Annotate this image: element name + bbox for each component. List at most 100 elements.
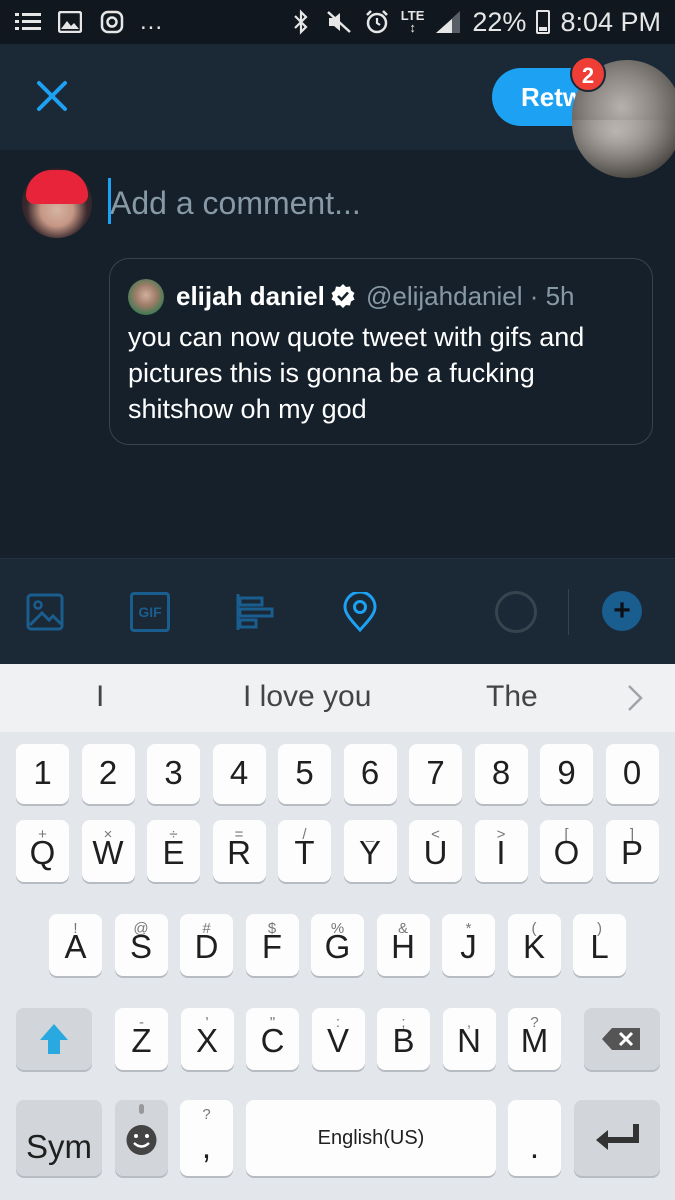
shift-key[interactable] xyxy=(16,1008,92,1070)
key-k[interactable]: (K xyxy=(507,914,561,976)
battery-fill xyxy=(539,26,548,31)
key-label: J xyxy=(460,928,477,965)
key-l[interactable]: ) L xyxy=(573,914,626,976)
key-3[interactable]: 3 xyxy=(147,744,200,804)
key-a[interactable]: ! A xyxy=(49,914,102,976)
battery-percent: 22% xyxy=(472,6,527,37)
key-r[interactable]: = R xyxy=(212,820,266,882)
key-label: 7 xyxy=(426,754,445,791)
key-n[interactable]: ,N xyxy=(442,1008,496,1070)
key-1[interactable]: 1 xyxy=(16,744,69,804)
gif-icon[interactable]: GIF xyxy=(130,592,170,632)
image-icon[interactable] xyxy=(25,592,65,632)
emoji-key[interactable] xyxy=(115,1100,168,1176)
battery-icon xyxy=(536,10,551,34)
key-label: G xyxy=(324,928,351,965)
add-tweet-icon[interactable]: + xyxy=(602,591,642,631)
key-label: 9 xyxy=(557,754,576,791)
key-6[interactable]: 6 xyxy=(343,744,397,804)
soft-keyboard: I I love you The 1 2 3 4 5 6 7 8 9 0 + Q × W ÷ E = R / T _ Y <… xyxy=(0,664,675,1200)
key-label: I xyxy=(496,834,506,871)
key-label: 5 xyxy=(295,754,314,791)
key-p[interactable]: ] P xyxy=(605,820,659,882)
key-label: C xyxy=(260,1022,285,1059)
suggestion-2[interactable]: I love you xyxy=(243,680,371,714)
key-label: K xyxy=(522,928,545,965)
user-avatar[interactable] xyxy=(22,168,92,238)
key-t[interactable]: / T xyxy=(278,820,331,882)
gallery-icon xyxy=(56,8,84,36)
key-2[interactable]: 2 xyxy=(81,744,135,804)
chat-head-photo xyxy=(572,120,675,178)
quoted-author-name: elijah daniel xyxy=(176,281,325,311)
location-icon[interactable] xyxy=(340,592,380,632)
key-label: B xyxy=(392,1022,415,1059)
backspace-key[interactable] xyxy=(584,1008,660,1070)
key-label: P xyxy=(620,834,643,871)
enter-icon xyxy=(596,1124,639,1150)
key-label: , xyxy=(201,1128,212,1165)
key-x[interactable]: ' X xyxy=(180,1008,234,1070)
key-y[interactable]: _ Y xyxy=(343,820,397,882)
key-m[interactable]: ? M xyxy=(508,1008,561,1070)
key-e[interactable]: ÷ E xyxy=(147,820,200,882)
key-9[interactable]: 9 xyxy=(540,744,593,804)
alarm-icon xyxy=(363,8,391,36)
key-v[interactable]: :V xyxy=(311,1008,365,1070)
key-q[interactable]: + Q xyxy=(16,820,69,882)
key-f[interactable]: $ F xyxy=(245,914,299,976)
key-7[interactable]: 7 xyxy=(409,744,462,804)
key-g[interactable]: % G xyxy=(311,914,364,976)
key-label: Y xyxy=(358,834,381,871)
mute-icon xyxy=(325,8,353,36)
suggestion-bar: I I love you The xyxy=(0,664,675,732)
key-label: W xyxy=(92,834,124,871)
key-label: V xyxy=(326,1022,349,1059)
clock: 8:04 PM xyxy=(560,6,661,37)
key-label: O xyxy=(553,834,580,871)
key-label: X xyxy=(195,1022,218,1059)
signal-icon xyxy=(434,8,462,36)
period-key[interactable]: . xyxy=(508,1100,561,1176)
suggestion-3[interactable]: The xyxy=(486,680,538,714)
list-icon xyxy=(14,8,42,36)
toolbar-divider xyxy=(568,589,569,635)
bluetooth-icon xyxy=(287,8,315,36)
key-4[interactable]: 4 xyxy=(212,744,266,804)
avatar-photo xyxy=(26,170,88,204)
text-cursor xyxy=(108,178,111,224)
key-label: A xyxy=(64,928,87,965)
key-8[interactable]: 8 xyxy=(474,744,528,804)
key-label: M xyxy=(520,1022,549,1059)
key-b[interactable]: ; B xyxy=(377,1008,430,1070)
chevron-right-icon[interactable] xyxy=(624,682,646,714)
notification-badge: 2 xyxy=(570,56,606,92)
key-0[interactable]: 0 xyxy=(605,744,659,804)
key-secondary-label: ? xyxy=(202,1106,211,1123)
key-label: 6 xyxy=(360,754,380,791)
key-h[interactable]: & H xyxy=(376,914,430,976)
key-w[interactable]: × W xyxy=(81,820,135,882)
comment-input[interactable] xyxy=(110,181,550,225)
key-u[interactable]: < U xyxy=(409,820,462,882)
space-key[interactable]: English(US) xyxy=(246,1100,496,1176)
enter-key[interactable] xyxy=(574,1100,660,1176)
key-i[interactable]: > I xyxy=(474,820,528,882)
key-label: F xyxy=(261,928,283,965)
sym-key[interactable]: Sym xyxy=(16,1100,102,1176)
poll-icon[interactable] xyxy=(235,592,275,632)
key-5[interactable]: 5 xyxy=(278,744,331,804)
comma-key[interactable]: ?, xyxy=(180,1100,233,1176)
key-j[interactable]: * J xyxy=(442,914,495,976)
quoted-tweet-card[interactable]: elijah daniel @elijahdaniel · 5h you can… xyxy=(109,258,653,445)
key-o[interactable]: [O xyxy=(540,820,593,882)
key-label: S xyxy=(129,928,152,965)
key-s[interactable]: @ S xyxy=(114,914,168,976)
key-label: Z xyxy=(131,1022,152,1059)
key-c[interactable]: " C xyxy=(246,1008,299,1070)
key-z[interactable]: -Z xyxy=(115,1008,168,1070)
suggestion-1[interactable]: I xyxy=(96,680,104,714)
close-button[interactable] xyxy=(32,76,72,116)
key-d[interactable]: # D xyxy=(180,914,233,976)
quoted-tweet-text: you can now quote tweet with gifs and pi… xyxy=(128,322,585,424)
